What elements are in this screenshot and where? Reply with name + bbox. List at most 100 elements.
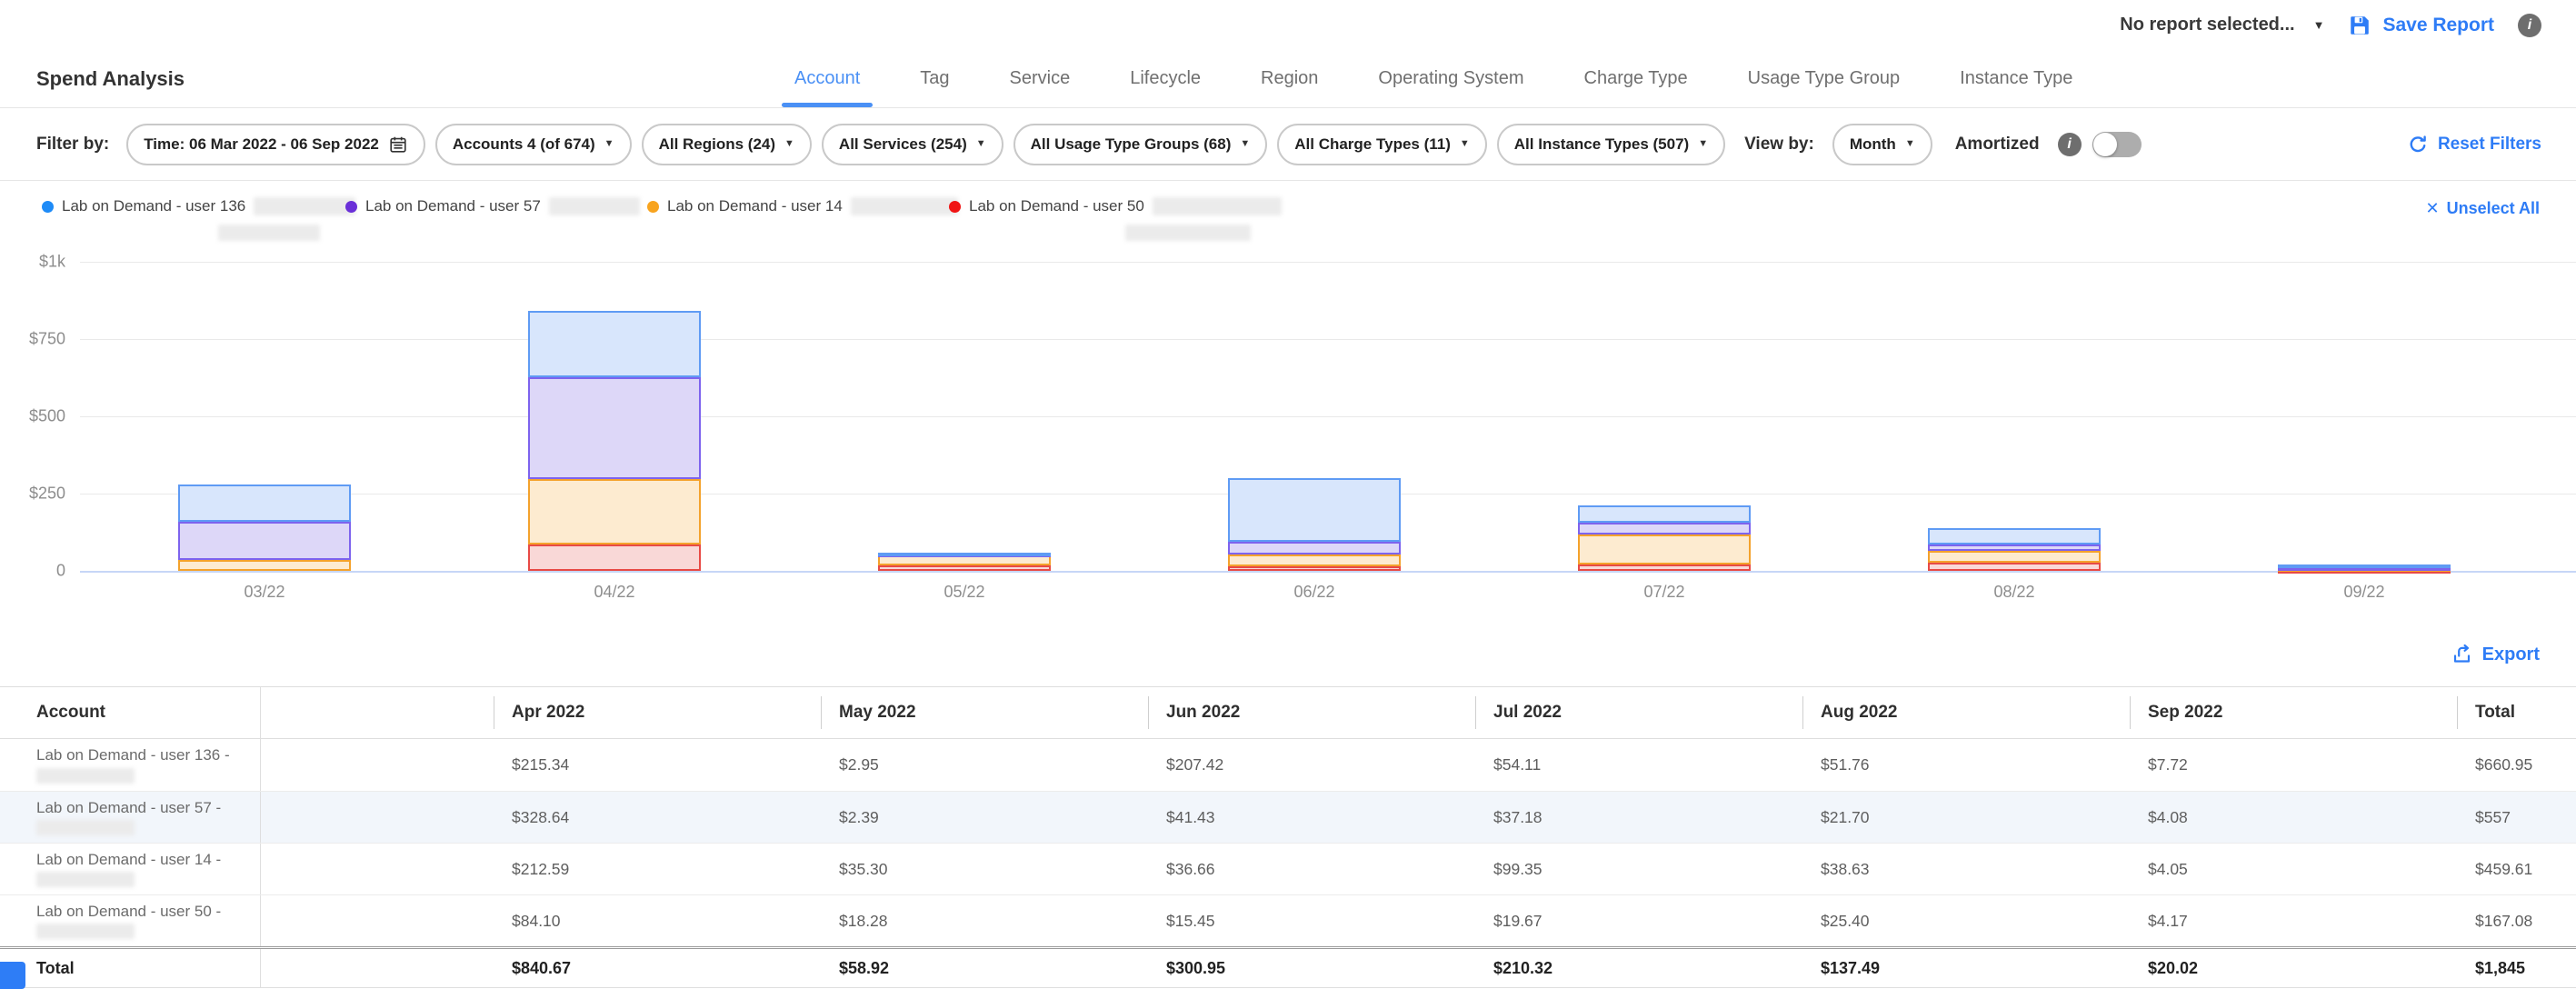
tab-lifecycle[interactable]: Lifecycle [1128, 50, 1203, 107]
filter-pill-regions[interactable]: All Regions (24)▼ [642, 124, 812, 165]
bar-segment[interactable] [1578, 505, 1751, 522]
table-cell: $35.30 [821, 844, 1148, 894]
bar-segment[interactable] [1228, 478, 1401, 543]
chevron-down-icon: ▼ [1460, 139, 1470, 149]
legend-item[interactable]: Lab on Demand - user 14 [647, 197, 958, 215]
x-axis-tick-label: 03/22 [201, 583, 328, 602]
bar-segment[interactable] [528, 311, 701, 377]
table-cell: $15.45 [1148, 895, 1475, 946]
bar-segment[interactable] [1578, 523, 1751, 534]
title-tabs-row: Spend Analysis Account Tag Service Lifecycl… [0, 50, 2576, 108]
unselect-all-button[interactable]: ✕ Unselect All [2426, 199, 2540, 218]
table-cell: $99.35 [1475, 844, 1802, 894]
bar-segment[interactable] [1928, 544, 2101, 551]
bar-segment[interactable] [178, 522, 351, 561]
redacted-text [36, 924, 135, 939]
bar-segment[interactable] [2278, 564, 2451, 568]
redacted-text [254, 197, 355, 215]
legend-dot [42, 201, 54, 213]
chevron-down-icon: ▼ [1905, 139, 1915, 149]
tab-tag[interactable]: Tag [918, 50, 951, 107]
view-by-label: View by: [1744, 135, 1814, 155]
legend-item[interactable]: Lab on Demand - user 136 [42, 197, 355, 215]
legend-item[interactable]: Lab on Demand - user 57 [345, 197, 640, 215]
bar-segment[interactable] [1578, 564, 1751, 571]
time-filter-pill[interactable]: Time: 06 Mar 2022 - 06 Sep 2022 [126, 124, 425, 165]
filter-pill-charge[interactable]: All Charge Types (11)▼ [1277, 124, 1487, 165]
bar-segment[interactable] [178, 485, 351, 522]
info-icon[interactable]: i [2518, 14, 2541, 37]
cell-value: $51.76 [1821, 755, 1870, 774]
save-report-button[interactable]: Save Report [2348, 14, 2494, 37]
bar-segment[interactable] [178, 560, 351, 571]
tab-account[interactable]: Account [793, 50, 862, 107]
bar-segment[interactable] [878, 553, 1051, 556]
cell-value: $459.61 [2475, 860, 2532, 879]
time-filter-label: Time: 06 Mar 2022 - 06 Sep 2022 [144, 135, 379, 154]
view-by-dropdown[interactable]: Month ▼ [1832, 124, 1932, 165]
total-label: Total [36, 959, 75, 978]
legend-dot [345, 201, 357, 213]
tab-service[interactable]: Service [1008, 50, 1073, 107]
legend-item-label: Lab on Demand - user 50 [969, 197, 1144, 215]
bar-segment[interactable] [1928, 528, 2101, 544]
calendar-icon [388, 135, 408, 155]
table-cell: $20.02 [2130, 949, 2457, 987]
tab-usage-type-group[interactable]: Usage Type Group [1746, 50, 1902, 107]
cell-value: $215.34 [512, 755, 569, 774]
report-selector-dropdown[interactable]: No report selected... ▼ [2120, 15, 2324, 35]
cell-value: $137.49 [1821, 959, 1880, 978]
filter-pill-usage[interactable]: All Usage Type Groups (68)▼ [1013, 124, 1268, 165]
y-axis-tick-label: 0 [0, 562, 65, 581]
filter-pill-instance[interactable]: All Instance Types (507)▼ [1497, 124, 1725, 165]
tab-operating-system[interactable]: Operating System [1376, 50, 1525, 107]
bar-segment[interactable] [528, 544, 701, 571]
table-spacer-cell [261, 739, 494, 791]
legend-dot [647, 201, 659, 213]
table-cell: $25.40 [1802, 895, 2130, 946]
unselect-all-label: Unselect All [2447, 199, 2540, 218]
amortized-info-icon[interactable]: i [2058, 133, 2082, 156]
tab-charge-type[interactable]: Charge Type [1583, 50, 1690, 107]
export-button[interactable]: Export [2451, 644, 2540, 665]
bar-segment[interactable] [1228, 542, 1401, 554]
top-bar: No report selected... ▼ Save Report i [0, 0, 2576, 50]
tab-region[interactable]: Region [1259, 50, 1320, 107]
tab-instance-type[interactable]: Instance Type [1958, 50, 2074, 107]
bar-segment[interactable] [1228, 566, 1401, 571]
bar-segment[interactable] [1228, 554, 1401, 565]
amortized-toggle[interactable] [2092, 132, 2142, 157]
close-icon: ✕ [2426, 199, 2440, 218]
redacted-text [1125, 225, 1251, 241]
bar-segment[interactable] [1928, 551, 2101, 563]
chevron-down-icon: ▼ [2313, 19, 2325, 31]
legend-item[interactable]: Lab on Demand - user 50 [949, 197, 1282, 215]
bar-segment[interactable] [1578, 534, 1751, 565]
bar-segment[interactable] [1928, 563, 2101, 571]
reset-filters-button[interactable]: Reset Filters [2407, 134, 2541, 155]
filter-pill-services[interactable]: All Services (254)▼ [822, 124, 1003, 165]
table-cell: Sep 2022 [2130, 687, 2457, 738]
table-cell: $37.18 [1475, 792, 1802, 843]
refresh-icon [2407, 134, 2429, 155]
bar-segment[interactable] [528, 479, 701, 544]
save-report-label: Save Report [2382, 15, 2494, 36]
cell-value: $7.72 [2148, 755, 2188, 774]
bar-segment[interactable] [878, 565, 1051, 571]
cell-value: $58.92 [839, 959, 889, 978]
table-cell: $4.17 [2130, 895, 2457, 946]
column-header: Apr 2022 [512, 703, 584, 723]
table-cell: $84.10 [494, 895, 821, 946]
redacted-text [1153, 197, 1282, 215]
column-header: Sep 2022 [2148, 703, 2222, 723]
bar-segment[interactable] [528, 377, 701, 479]
filter-pill-4[interactable]: Accounts 4 (of 674)▼ [435, 124, 632, 165]
redacted-text [36, 820, 135, 835]
table-cell: $58.92 [821, 949, 1148, 987]
cell-value: $37.18 [1493, 808, 1543, 827]
page-title: Spend Analysis [36, 67, 185, 91]
table-cell: $36.66 [1148, 844, 1475, 894]
cell-value: $20.02 [2148, 959, 2198, 978]
chevron-down-icon: ▼ [976, 139, 986, 149]
account-name: Lab on Demand - user 57 - [36, 799, 221, 817]
